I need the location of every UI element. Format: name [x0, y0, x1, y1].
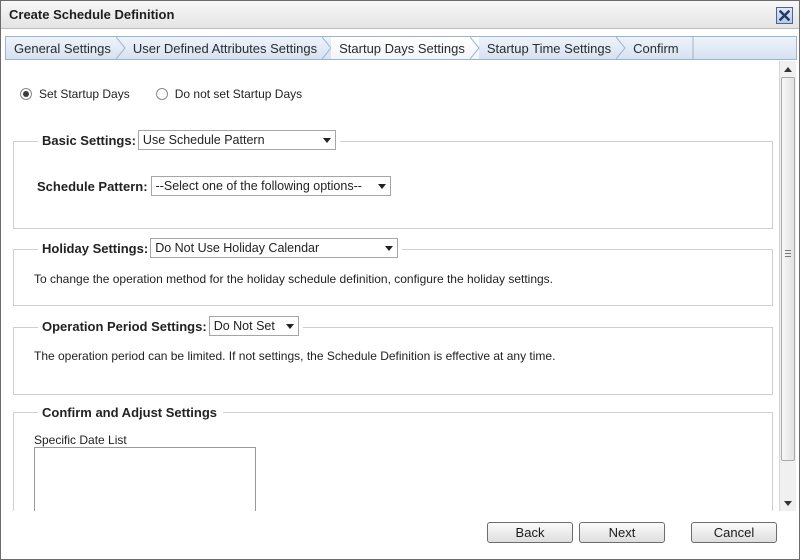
title-bar[interactable]: Create Schedule Definition — [1, 1, 799, 29]
confirm-adjust-group: Confirm and Adjust Settings Specific Dat… — [13, 405, 773, 511]
basic-settings-legend: Basic Settings: Use Schedule Pattern — [38, 130, 340, 150]
create-schedule-dialog: Create Schedule Definition General Setti… — [0, 0, 800, 560]
select-value: Use Schedule Pattern — [142, 133, 265, 147]
tab-label: User Defined Attributes Settings — [132, 40, 318, 56]
holiday-settings-description: To change the operation method for the h… — [34, 272, 554, 286]
dropdown-arrow-icon — [385, 245, 394, 251]
holiday-settings-group: Holiday Settings: Do Not Use Holiday Cal… — [13, 238, 773, 306]
basic-settings-group: Basic Settings: Use Schedule Pattern Sch… — [13, 130, 773, 229]
tab-confirm[interactable]: Confirm — [625, 37, 694, 59]
tab-label: Confirm — [633, 40, 679, 56]
operation-period-legend: Operation Period Settings: Do Not Set — [38, 316, 303, 336]
radio-label: Set Startup Days — [39, 87, 130, 101]
specific-date-list-label: Specific Date List — [34, 433, 127, 447]
select-value: Do Not Set — [213, 319, 275, 333]
startup-mode-radio-group: Set Startup Days Do not set Startup Days — [20, 87, 328, 101]
back-button[interactable]: Back — [487, 522, 573, 543]
dropdown-arrow-icon — [285, 323, 294, 329]
radio-button-checked[interactable] — [20, 88, 32, 100]
close-button[interactable] — [776, 7, 793, 24]
scroll-down-button[interactable] — [780, 495, 796, 511]
cancel-button[interactable]: Cancel — [691, 522, 777, 543]
schedule-pattern-row: Schedule Pattern: --Select one of the fo… — [37, 176, 391, 196]
basic-settings-select[interactable]: Use Schedule Pattern — [137, 130, 336, 150]
set-startup-days-option[interactable]: Set Startup Days — [20, 87, 130, 101]
basic-settings-label: Basic Settings: — [42, 132, 136, 148]
holiday-settings-legend: Holiday Settings: Do Not Use Holiday Cal… — [38, 238, 403, 258]
grip-icon — [785, 250, 791, 257]
next-button[interactable]: Next — [579, 522, 665, 543]
operation-period-description: The operation period can be limited. If … — [34, 349, 556, 363]
close-icon — [779, 10, 790, 21]
select-value: --Select one of the following options-- — [155, 179, 362, 193]
schedule-pattern-label: Schedule Pattern: — [37, 178, 148, 194]
dialog-title: Create Schedule Definition — [9, 7, 175, 22]
operation-period-label: Operation Period Settings: — [42, 318, 207, 334]
scrollbar-thumb[interactable] — [781, 77, 795, 461]
schedule-pattern-select[interactable]: --Select one of the following options-- — [150, 176, 391, 196]
divider-icon — [692, 37, 694, 59]
tab-label: Startup Time Settings — [486, 40, 612, 56]
do-not-set-startup-days-option[interactable]: Do not set Startup Days — [155, 87, 303, 101]
tab-general-settings[interactable]: General Settings — [6, 37, 126, 59]
radio-label: Do not set Startup Days — [174, 87, 303, 101]
holiday-settings-label: Holiday Settings: — [42, 240, 149, 256]
select-value: Do Not Use Holiday Calendar — [155, 241, 320, 255]
confirm-adjust-legend: Confirm and Adjust Settings — [38, 405, 224, 420]
holiday-settings-select[interactable]: Do Not Use Holiday Calendar — [150, 238, 399, 258]
tab-startup-days-settings[interactable]: Startup Days Settings — [331, 37, 480, 59]
radio-button-unchecked[interactable] — [155, 88, 168, 100]
arrow-up-icon — [784, 66, 792, 72]
dropdown-arrow-icon — [322, 137, 331, 143]
specific-date-list[interactable] — [34, 447, 256, 511]
dropdown-arrow-icon — [377, 183, 386, 189]
tab-startup-time-settings[interactable]: Startup Time Settings — [479, 37, 626, 59]
tab-label: Startup Days Settings — [339, 40, 465, 56]
vertical-scrollbar[interactable] — [779, 61, 796, 511]
operation-period-group: Operation Period Settings: Do Not Set Th… — [13, 316, 773, 395]
tab-user-defined-attributes[interactable]: User Defined Attributes Settings — [125, 37, 332, 59]
startup-days-panel: Set Startup Days Do not set Startup Days… — [5, 61, 779, 511]
tab-bar-filler — [693, 37, 796, 59]
tab-label: General Settings — [14, 40, 111, 56]
arrow-down-icon — [784, 500, 792, 506]
operation-period-select[interactable]: Do Not Set — [208, 316, 299, 336]
wizard-steps: General Settings User Defined Attributes… — [5, 36, 797, 60]
confirm-adjust-label: Confirm and Adjust Settings — [42, 405, 218, 420]
scroll-up-button[interactable] — [780, 61, 796, 77]
